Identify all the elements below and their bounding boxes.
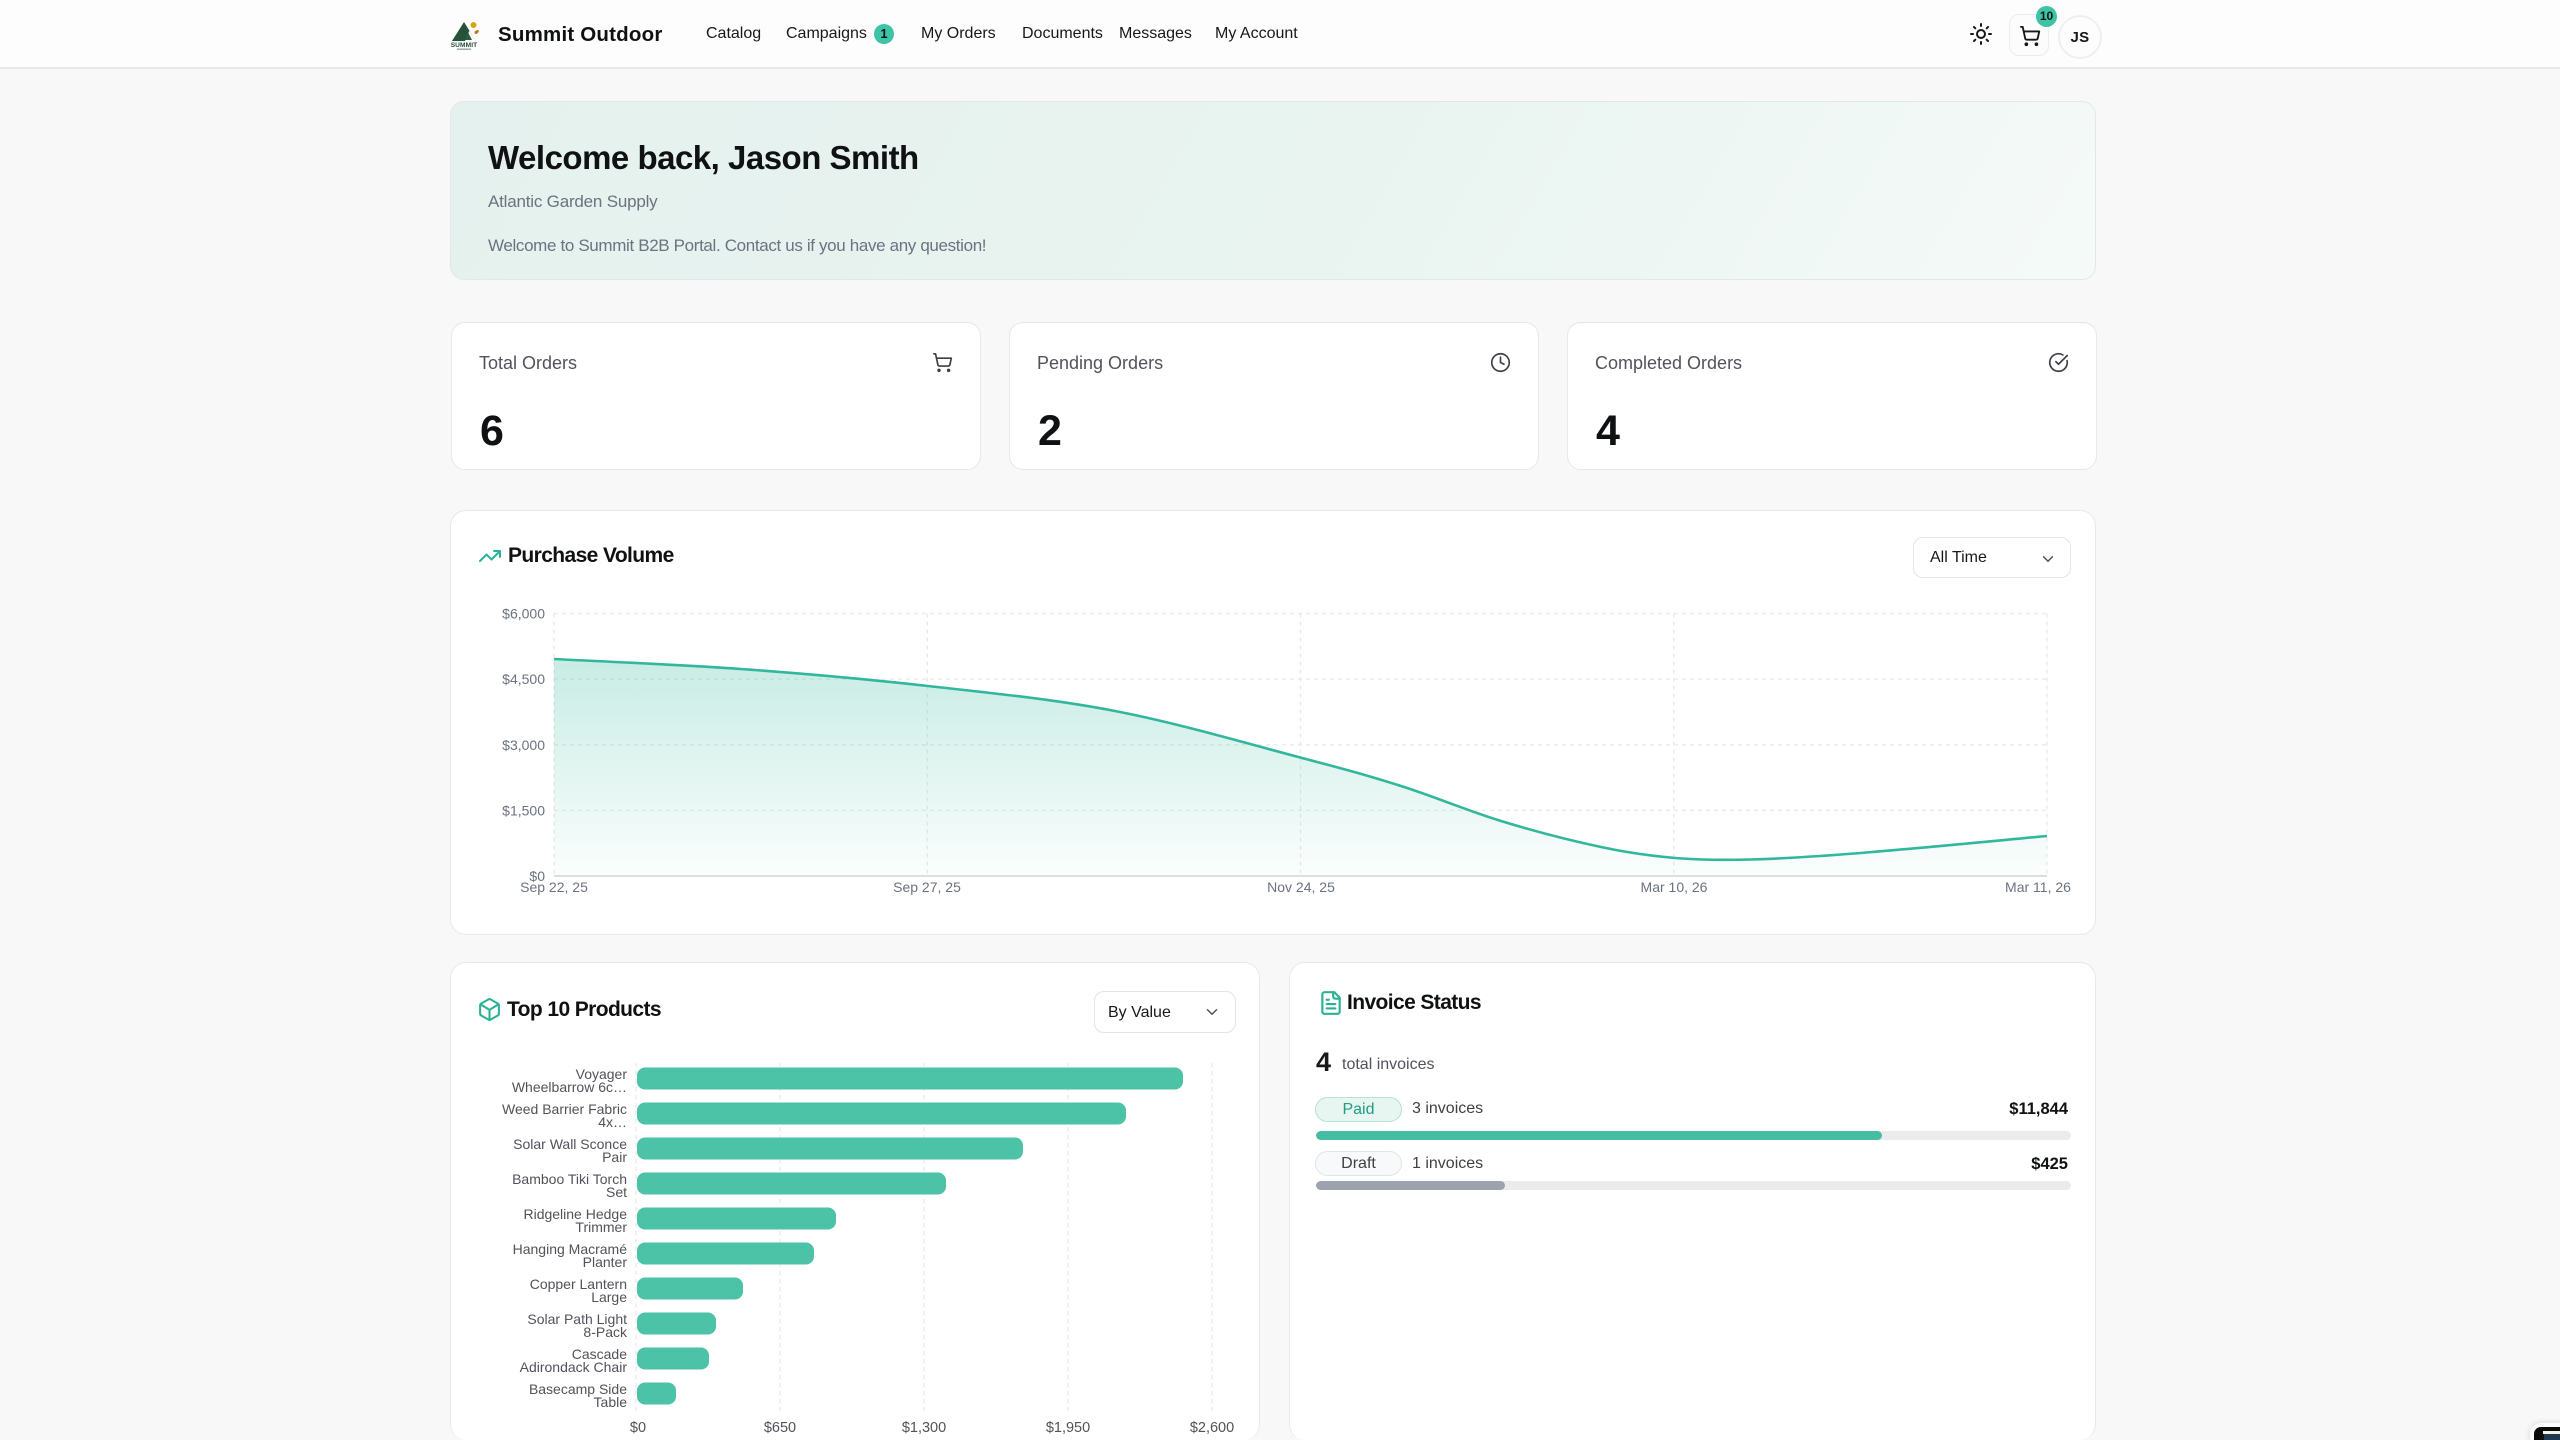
svg-text:$1,950: $1,950 (1046, 1420, 1090, 1436)
svg-text:Mar 10, 26: Mar 10, 26 (1641, 879, 1708, 895)
svg-text:CascadeAdirondack Chair: CascadeAdirondack Chair (520, 1346, 628, 1375)
svg-text:$4,500: $4,500 (502, 671, 545, 687)
svg-text:VoyagerWheelbarrow 6c…: VoyagerWheelbarrow 6c… (512, 1066, 627, 1095)
svg-text:SUMMIT: SUMMIT (451, 42, 478, 49)
svg-text:$2,600: $2,600 (1190, 1420, 1234, 1436)
svg-text:$1,300: $1,300 (902, 1420, 946, 1436)
svg-text:Sep 22, 25: Sep 22, 25 (520, 879, 588, 895)
svg-text:Solar Wall SconcePair: Solar Wall SconcePair (513, 1136, 627, 1165)
svg-text:$3,000: $3,000 (502, 737, 545, 753)
svg-text:$6,000: $6,000 (502, 606, 545, 622)
svg-text:Nov 24, 25: Nov 24, 25 (1267, 879, 1335, 895)
svg-text:$650: $650 (764, 1420, 796, 1436)
svg-text:Ridgeline HedgeTrimmer: Ridgeline HedgeTrimmer (523, 1206, 627, 1235)
svg-text:Mar 11, 26: Mar 11, 26 (2005, 879, 2071, 895)
svg-text:Basecamp SideTable: Basecamp SideTable (529, 1381, 627, 1410)
svg-text:Copper LanternLarge: Copper LanternLarge (530, 1276, 628, 1305)
svg-text:Weed Barrier Fabric4x…: Weed Barrier Fabric4x… (502, 1101, 627, 1130)
svg-text:$1,500: $1,500 (502, 802, 545, 818)
svg-text:Bamboo Tiki TorchSet: Bamboo Tiki TorchSet (512, 1171, 627, 1200)
svg-text:Sep 27, 25: Sep 27, 25 (893, 879, 961, 895)
svg-text:$0: $0 (630, 1420, 646, 1436)
svg-text:Solar Path Light8-Pack: Solar Path Light8-Pack (527, 1311, 628, 1340)
svg-text:Hanging MacraméPlanter: Hanging MacraméPlanter (513, 1241, 628, 1270)
